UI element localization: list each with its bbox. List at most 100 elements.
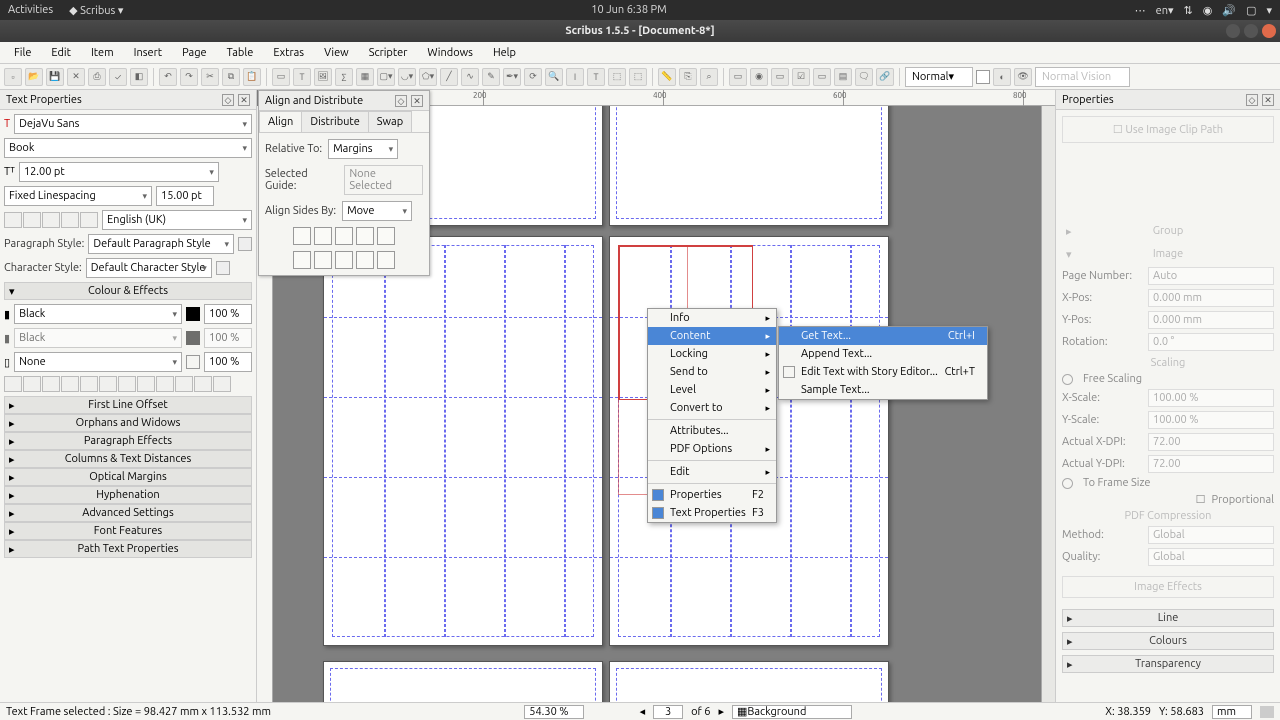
effect9-button[interactable] [156, 376, 174, 392]
tool-arc[interactable]: ◡▾ [398, 68, 416, 86]
volume-icon[interactable]: 🔊 [1222, 4, 1236, 17]
preview-mode-combo[interactable]: Normal ▾ [905, 67, 973, 87]
ctx-locking[interactable]: Locking▸ [648, 345, 776, 363]
tool-print[interactable]: ⎙ [88, 68, 106, 86]
align-justify-button[interactable] [61, 212, 79, 228]
menu-page[interactable]: Page [174, 45, 215, 61]
ctx-attributes[interactable]: Attributes... [648, 422, 776, 440]
tool-bezier[interactable]: ∿ [461, 68, 479, 86]
menu-edit[interactable]: Edit [43, 45, 79, 61]
panel-float-icon[interactable]: ◇ [222, 94, 234, 106]
proportional-check[interactable]: Proportional [1212, 494, 1274, 506]
tp-section-5[interactable]: ▸Hyphenation [4, 486, 252, 504]
zoom-combo[interactable]: 54.30 % [524, 705, 583, 719]
quality-combo[interactable]: Global [1148, 548, 1274, 566]
tool-copy[interactable]: ⧉ [222, 68, 240, 86]
tp-section-0[interactable]: ▸First Line Offset [4, 396, 252, 414]
tool-save[interactable]: 💾 [46, 68, 64, 86]
effect7-button[interactable] [118, 376, 136, 392]
tool-pdf[interactable]: ◧ [130, 68, 148, 86]
maximize-button[interactable] [1244, 24, 1258, 38]
effect4-button[interactable] [61, 376, 79, 392]
tp-section-1[interactable]: ▸Orphans and Widows [4, 414, 252, 432]
tool-imageframe[interactable]: 🖼 [314, 68, 332, 86]
properties-close-icon[interactable]: ✕ [1262, 94, 1274, 106]
menu-help[interactable]: Help [485, 45, 524, 61]
ctx-sample-text[interactable]: Sample Text... [779, 381, 987, 399]
stroke-color-combo[interactable]: None [14, 352, 182, 372]
ctx-text-properties[interactable]: Text PropertiesF3 [648, 504, 776, 522]
fill-pct-spin[interactable]: 100 % [204, 304, 252, 324]
ctx-get-text[interactable]: Get Text...Ctrl+I [779, 327, 987, 345]
tp-section-2[interactable]: ▸Paragraph Effects [4, 432, 252, 450]
tool-paste[interactable]: 📋 [243, 68, 261, 86]
char-style-edit-button[interactable] [216, 261, 230, 275]
unit-combo[interactable]: mm [1212, 705, 1252, 719]
align-center-h[interactable] [314, 227, 332, 245]
shadow-color-combo[interactable]: Black [14, 328, 182, 348]
ctx-append-text[interactable]: Append Text... [779, 345, 987, 363]
tab-swap[interactable]: Swap [368, 111, 412, 132]
align-right-button[interactable] [42, 212, 60, 228]
para-style-edit-button[interactable] [238, 237, 252, 251]
tool-new[interactable]: ▫ [4, 68, 22, 86]
effect2-button[interactable] [23, 376, 41, 392]
language-combo[interactable]: English (UK) [102, 210, 252, 230]
ctx-sendto[interactable]: Send to▸ [648, 363, 776, 381]
ctx-properties[interactable]: PropertiesF2 [648, 486, 776, 504]
ctx-convert[interactable]: Convert to▸ [648, 399, 776, 417]
linespacing-mode-combo[interactable]: Fixed Linespacing [4, 186, 152, 206]
align-bottom-in[interactable] [377, 251, 395, 269]
align-left-in[interactable] [356, 227, 374, 245]
tool-select[interactable]: ▭ [272, 68, 290, 86]
align-float-icon[interactable]: ◇ [395, 95, 407, 107]
tool-table[interactable]: ▦ [356, 68, 374, 86]
menu-file[interactable]: File [6, 45, 39, 61]
align-right-in[interactable] [377, 227, 395, 245]
tool-pdf-list[interactable]: ▤ [834, 68, 852, 86]
tool-pdf-annot[interactable]: 🗨 [855, 68, 873, 86]
tool-close[interactable]: ✕ [67, 68, 85, 86]
tab-distribute[interactable]: Distribute [301, 111, 368, 132]
tool-shape[interactable]: ▢▾ [377, 68, 395, 86]
font-style-combo[interactable]: Book [4, 138, 252, 158]
lang-indicator[interactable]: en▾ [1156, 4, 1174, 17]
ctx-content[interactable]: Content▸ [648, 327, 776, 345]
tool-rotate[interactable]: ⟳ [524, 68, 542, 86]
menu-windows[interactable]: Windows [419, 45, 481, 61]
close-button[interactable] [1262, 24, 1276, 38]
a11y-icon[interactable]: ◉ [1203, 4, 1213, 17]
xscale-field[interactable]: 100.00 % [1148, 389, 1274, 407]
font-size-spin[interactable]: 12.00 pt [19, 162, 219, 182]
method-combo[interactable]: Global [1148, 526, 1274, 544]
ctx-edit[interactable]: Edit▸ [648, 463, 776, 481]
tp-section-4[interactable]: ▸Optical Margins [4, 468, 252, 486]
align-bottom-edge[interactable] [335, 251, 353, 269]
effect10-button[interactable] [175, 376, 193, 392]
effect12-button[interactable] [213, 376, 231, 392]
menu-scripter[interactable]: Scripter [361, 45, 416, 61]
tp-section-6[interactable]: ▸Advanced Settings [4, 504, 252, 522]
align-left-button[interactable] [4, 212, 22, 228]
tool-pdf-combo[interactable]: ▭ [813, 68, 831, 86]
effect1-button[interactable] [4, 376, 22, 392]
effect6-button[interactable] [99, 376, 117, 392]
linespacing-spin[interactable]: 15.00 pt [156, 186, 214, 206]
menu-table[interactable]: Table [219, 45, 262, 61]
menu-insert[interactable]: Insert [126, 45, 170, 61]
align-center-v[interactable] [314, 251, 332, 269]
tool-pdf-text[interactable]: ▭ [771, 68, 789, 86]
ypos-field[interactable]: 0.000 mm [1148, 311, 1274, 329]
tool-textframe[interactable]: T [293, 68, 311, 86]
tool-preview[interactable]: 👁 [1014, 68, 1032, 86]
ctx-pdf-options[interactable]: PDF Options▸ [648, 440, 776, 458]
align-sides-combo[interactable]: Move [342, 201, 412, 221]
tp-section-8[interactable]: ▸Path Text Properties [4, 540, 252, 558]
tool-measure[interactable]: 📏 [658, 68, 676, 86]
effect8-button[interactable] [137, 376, 155, 392]
fill-color-combo[interactable]: Black [14, 304, 182, 324]
page-number-field[interactable]: Auto [1148, 267, 1274, 285]
tool-cut[interactable]: ✂ [201, 68, 219, 86]
collapse-transparency[interactable]: ▸Transparency [1062, 655, 1274, 673]
tool-polygon[interactable]: ⬠▾ [419, 68, 437, 86]
